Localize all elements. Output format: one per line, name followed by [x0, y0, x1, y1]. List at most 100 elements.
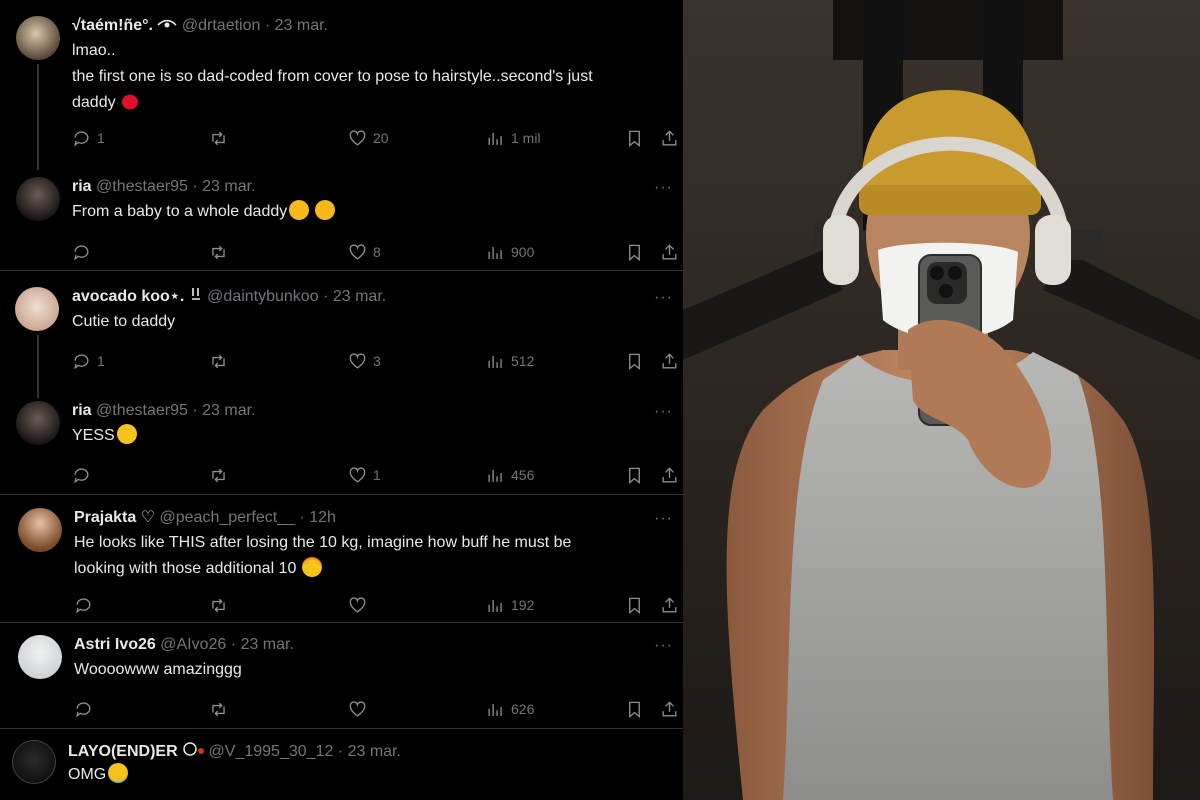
retweet-button[interactable]	[209, 127, 234, 149]
tweet-text: Woooowww amazinggg	[74, 661, 242, 678]
tweet-text: From a baby to a whole daddy	[72, 199, 672, 225]
timestamp[interactable]: 23 mar.	[202, 402, 255, 419]
display-name[interactable]: ria	[72, 402, 92, 419]
like-button[interactable]: 1	[348, 464, 381, 486]
display-name[interactable]: ria	[72, 178, 92, 195]
timestamp[interactable]: 23 mar.	[348, 743, 401, 760]
avatar[interactable]	[16, 177, 60, 221]
timestamp[interactable]: 23 mar.	[202, 178, 255, 195]
bookmark-button[interactable]	[625, 464, 644, 486]
display-name[interactable]: Astri Ivo26	[74, 636, 156, 653]
views-icon	[488, 246, 502, 259]
views-button[interactable]: 1 mil	[486, 127, 541, 149]
avatar[interactable]	[12, 740, 56, 784]
like-button[interactable]: 20	[348, 127, 389, 149]
display-name[interactable]: avocado koo⋆.	[72, 288, 184, 305]
share-icon	[662, 352, 677, 369]
retweet-icon	[212, 598, 225, 612]
handle[interactable]: @daintybunkoo	[207, 288, 318, 305]
bookmark-icon	[629, 130, 640, 147]
bookmark-icon	[629, 353, 640, 370]
avatar[interactable]	[18, 635, 62, 679]
views-button[interactable]: 456	[486, 464, 534, 486]
retweet-icon	[212, 245, 225, 259]
handle[interactable]: @drtaetion	[182, 17, 261, 34]
heart-icon	[349, 466, 366, 483]
share-button[interactable]	[660, 464, 679, 486]
heart-icon	[349, 243, 366, 260]
bookmark-button[interactable]	[625, 594, 644, 616]
tweet[interactable]: √taém!ñe°. @drtaetion · 23 mar. lmao.. t…	[0, 16, 683, 166]
views-button[interactable]: 512	[486, 350, 534, 372]
more-options-button[interactable]: ···	[654, 179, 673, 197]
retweet-button[interactable]	[209, 241, 234, 263]
timestamp[interactable]: 23 mar.	[275, 17, 328, 34]
avatar[interactable]	[16, 401, 60, 445]
tweet[interactable]: ria @thestaer95 · 23 mar. ··· From a bab…	[0, 177, 683, 272]
share-button[interactable]	[660, 241, 679, 263]
tweet[interactable]: avocado koo⋆. @daintybunkoo · 23 mar. ··…	[0, 287, 683, 382]
more-options-button[interactable]: ···	[654, 403, 673, 421]
tweet[interactable]: LAYO(END)ER @V_1995_30_12 · 23 mar. OMG	[0, 740, 683, 800]
retweet-icon	[212, 468, 225, 482]
bookmark-button[interactable]	[625, 698, 644, 720]
share-button[interactable]	[660, 127, 679, 149]
bookmark-button[interactable]	[625, 350, 644, 372]
bookmark-button[interactable]	[625, 127, 644, 149]
handle[interactable]: @AIvo26	[160, 636, 226, 653]
like-button[interactable]: 3	[348, 350, 381, 372]
share-button[interactable]	[660, 594, 679, 616]
reply-button[interactable]	[72, 241, 97, 263]
handle[interactable]: @peach_perfect__	[160, 509, 295, 526]
tweet-text: He looks like THIS after losing the 10 k…	[74, 534, 572, 577]
reply-icon	[74, 353, 89, 369]
like-button[interactable]: 8	[348, 241, 381, 263]
views-icon	[488, 469, 502, 482]
views-button[interactable]: 626	[486, 698, 534, 720]
reply-button[interactable]	[74, 594, 99, 616]
tweet-text: OMG	[68, 762, 668, 788]
bookmark-button[interactable]	[625, 241, 644, 263]
retweet-button[interactable]	[209, 698, 234, 720]
more-options-button[interactable]: ···	[654, 289, 673, 307]
handle[interactable]: @thestaer95	[96, 178, 188, 195]
heart-icon	[349, 700, 366, 717]
handle[interactable]: @V_1995_30_12	[209, 743, 334, 760]
more-options-button[interactable]: ···	[654, 510, 673, 528]
views-icon	[488, 703, 502, 716]
views-button[interactable]: 900	[486, 241, 534, 263]
bunny-icon	[191, 288, 200, 300]
reply-button[interactable]: 1	[72, 350, 105, 372]
display-name[interactable]: √taém!ñe°.	[72, 17, 153, 34]
reply-button[interactable]	[74, 698, 99, 720]
exploding-head-emoji	[302, 557, 323, 577]
retweet-button[interactable]	[209, 594, 234, 616]
kiss-lips-emoji	[117, 91, 142, 111]
display-name[interactable]: LAYO(END)ER	[68, 743, 178, 760]
views-button[interactable]: 192	[486, 594, 534, 616]
share-button[interactable]	[660, 698, 679, 720]
reply-icon	[74, 244, 89, 260]
tweet[interactable]: Astri Ivo26 @AIvo26 · 23 mar. ··· Woooow…	[0, 635, 683, 730]
timestamp[interactable]: 12h	[309, 509, 336, 526]
like-button[interactable]	[348, 594, 373, 616]
tweet[interactable]: ria @thestaer95 · 23 mar. ··· YESS 1 456	[0, 401, 683, 496]
avatar[interactable]	[16, 16, 60, 60]
retweet-button[interactable]	[209, 464, 234, 486]
reply-button[interactable]	[72, 464, 97, 486]
display-name[interactable]: Prajakta ♡	[74, 509, 155, 526]
like-button[interactable]	[348, 698, 373, 720]
more-options-button[interactable]: ···	[654, 637, 673, 655]
avatar[interactable]	[15, 287, 59, 331]
retweet-button[interactable]	[209, 350, 234, 372]
reply-icon	[74, 467, 89, 483]
share-button[interactable]	[660, 350, 679, 372]
timestamp[interactable]: 23 mar.	[241, 636, 294, 653]
tweet[interactable]: Prajakta ♡ @peach_perfect__ · 12h ··· He…	[0, 508, 683, 623]
retweet-icon	[212, 354, 225, 368]
reply-button[interactable]: 1	[72, 127, 105, 149]
avatar[interactable]	[18, 508, 62, 552]
handle[interactable]: @thestaer95	[96, 402, 188, 419]
tweet-text: YESS	[72, 423, 672, 449]
timestamp[interactable]: 23 mar.	[333, 288, 386, 305]
